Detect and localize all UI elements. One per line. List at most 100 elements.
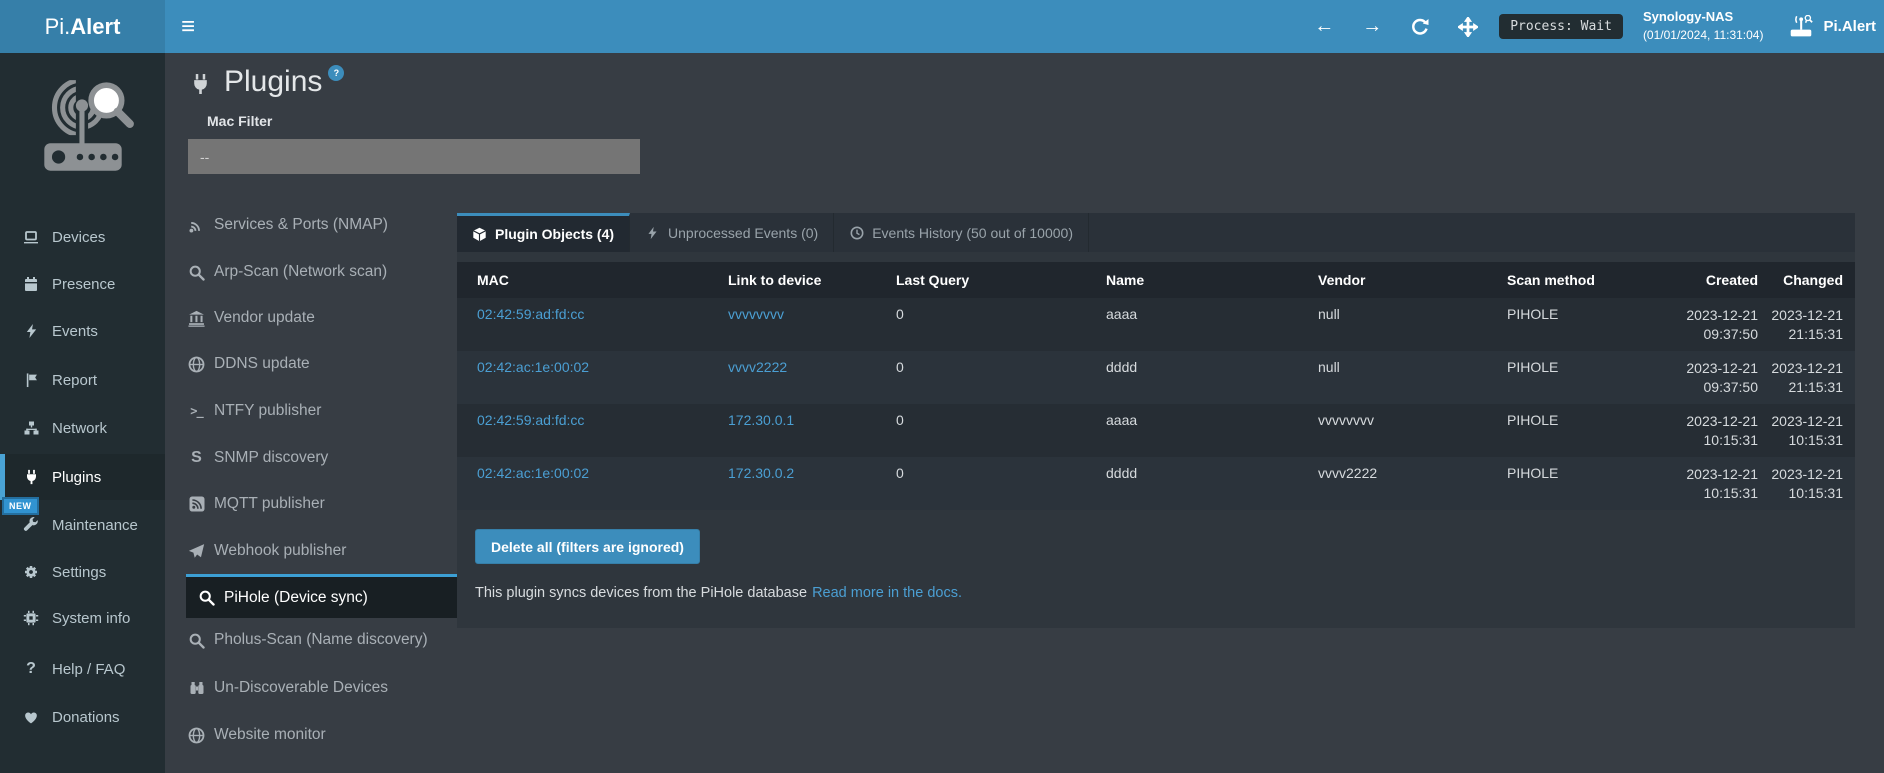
question-icon: ? — [22, 661, 40, 678]
cube-icon — [472, 227, 487, 242]
plugin-nav-vendor-update[interactable]: Vendor update — [186, 298, 460, 338]
device-link[interactable]: 172.30.0.2 — [728, 465, 794, 481]
topbar-right: ← → Process: Wait Synology-NAS (01/01/20… — [1307, 0, 1876, 53]
name-cell: dddd — [1106, 465, 1318, 481]
sidebar-item-label: Settings — [52, 564, 106, 581]
refresh-icon[interactable] — [1403, 10, 1437, 44]
name-cell: dddd — [1106, 359, 1318, 375]
scan-method-cell: PIHOLE — [1507, 359, 1638, 375]
calendar-icon — [22, 276, 40, 293]
sidebar-item-help-faq[interactable]: ? Help / FAQ — [0, 647, 165, 691]
device-link[interactable]: vvvv2222 — [728, 359, 787, 375]
sidebar-item-settings[interactable]: Settings — [0, 550, 165, 594]
bolt-icon — [645, 225, 660, 240]
sidebar-item-label: Maintenance — [52, 517, 138, 534]
column-header-mac: MAC — [477, 272, 728, 288]
topbar-brand-right-label: Pi.Alert — [1823, 18, 1876, 35]
vendor-cell: null — [1318, 359, 1507, 375]
sidebar-item-devices[interactable]: Devices — [0, 215, 165, 259]
last-query-cell: 0 — [896, 359, 1106, 375]
pialert-logo — [0, 61, 165, 201]
plugin-nav-label: Arp-Scan (Network scan) — [214, 263, 387, 281]
tab-plugin-objects[interactable]: Plugin Objects (4) — [457, 213, 630, 252]
vendor-cell: vvvvvvvv — [1318, 412, 1507, 428]
help-badge[interactable]: ? — [328, 65, 344, 81]
move-icon[interactable] — [1451, 10, 1485, 44]
plugin-nav-label: MQTT publisher — [214, 495, 325, 513]
plugin-nav-snmp-discovery[interactable]: S SNMP discovery — [186, 438, 460, 478]
brand-prefix: Pi. — [45, 14, 71, 40]
sidebar-item-label: Report — [52, 372, 97, 389]
last-query-cell: 0 — [896, 306, 1106, 322]
created-cell: 2023-12-2109:37:50 — [1638, 359, 1758, 397]
table-row: 02:42:ac:1e:00:02 vvvv2222 0 dddd null P… — [457, 351, 1855, 404]
tab-bar: Plugin Objects (4) Unprocessed Events (0… — [457, 213, 1855, 252]
plugin-nav-pihole-device-sync[interactable]: PiHole (Device sync) — [186, 574, 460, 618]
device-link-cell: vvvv2222 — [728, 359, 896, 375]
plugin-nav-label: Website monitor — [214, 726, 326, 744]
pialert-app: Pi.Alert ≡ ← → Process: Wait Synology-NA… — [0, 0, 1884, 773]
plugin-panel: Plugin Objects (4) Unprocessed Events (0… — [457, 213, 1855, 628]
tab-events-history[interactable]: Events History (50 out of 10000) — [834, 213, 1089, 252]
maintenance-new-badge: NEW — [2, 497, 39, 515]
brand-suffix: Alert — [70, 14, 120, 40]
sidebar-item-plugins[interactable]: Plugins — [0, 454, 165, 500]
plugin-nav-services-ports[interactable]: Services & Ports (NMAP) — [186, 205, 460, 245]
plugin-nav-website-monitor[interactable]: Website monitor — [186, 715, 460, 755]
mac-link[interactable]: 02:42:ac:1e:00:02 — [477, 359, 589, 375]
tab-unprocessed-events[interactable]: Unprocessed Events (0) — [630, 213, 834, 252]
app-logo[interactable]: Pi.Alert — [0, 0, 165, 53]
mac-filter-input[interactable] — [188, 139, 640, 174]
vendor-cell: null — [1318, 306, 1507, 322]
back-arrow-icon[interactable]: ← — [1307, 10, 1341, 44]
mac-link[interactable]: 02:42:59:ad:fd:cc — [477, 306, 584, 322]
table-header-row: MAC Link to device Last Query Name Vendo… — [457, 262, 1855, 298]
delete-all-button[interactable]: Delete all (filters are ignored) — [475, 529, 700, 564]
bolt-icon — [22, 323, 40, 340]
plugin-nav-pholus-scan[interactable]: Pholus-Scan (Name discovery) — [186, 620, 460, 660]
mac-link[interactable]: 02:42:59:ad:fd:cc — [477, 412, 584, 428]
forward-arrow-icon[interactable]: → — [1355, 10, 1389, 44]
plugin-nav-undiscoverable-devices[interactable]: Un-Discoverable Devices — [186, 668, 460, 708]
plugin-nav-webhook-publisher[interactable]: Webhook publisher — [186, 531, 460, 571]
device-link[interactable]: 172.30.0.1 — [728, 412, 794, 428]
wrench-icon — [22, 517, 40, 534]
plugin-nav-ntfy-publisher[interactable]: >_ NTFY publisher — [186, 391, 460, 431]
sidebar: Devices Presence Events Report Network P… — [0, 53, 165, 773]
bank-icon — [188, 310, 205, 327]
sidebar-item-label: Presence — [52, 276, 115, 293]
topbar: Pi.Alert ≡ ← → Process: Wait Synology-NA… — [0, 0, 1884, 53]
plugin-nav-ddns-update[interactable]: DDNS update — [186, 344, 460, 384]
plug-icon — [190, 73, 211, 95]
scan-method-cell: PIHOLE — [1507, 412, 1638, 428]
sidebar-item-label: Help / FAQ — [52, 661, 125, 678]
plugin-nav-mqtt-publisher[interactable]: MQTT publisher — [186, 484, 460, 524]
sidebar-item-label: Plugins — [52, 469, 101, 486]
plugin-nav-arp-scan[interactable]: Arp-Scan (Network scan) — [186, 252, 460, 292]
column-header-vendor: Vendor — [1318, 272, 1507, 288]
host-timestamp: (01/01/2024, 11:31:04) — [1643, 27, 1764, 44]
topbar-brand-right: Pi.Alert — [1787, 15, 1876, 39]
device-link-cell: 172.30.0.1 — [728, 412, 896, 428]
plugin-description: This plugin syncs devices from the PiHol… — [475, 585, 962, 601]
globe-icon — [188, 356, 205, 373]
sidebar-item-presence[interactable]: Presence — [0, 262, 165, 306]
process-status-badge: Process: Wait — [1499, 14, 1623, 39]
mac-cell: 02:42:59:ad:fd:cc — [477, 412, 728, 428]
sidebar-item-system-info[interactable]: System info — [0, 596, 165, 640]
sidebar-item-donations[interactable]: Donations — [0, 695, 165, 739]
hamburger-icon[interactable]: ≡ — [168, 0, 208, 53]
sidebar-item-events[interactable]: Events — [0, 309, 165, 353]
search-icon — [188, 264, 205, 281]
sidebar-item-report[interactable]: Report — [0, 358, 165, 402]
scan-method-cell: PIHOLE — [1507, 465, 1638, 481]
sidebar-item-network[interactable]: Network — [0, 406, 165, 450]
device-link[interactable]: vvvvvvvv — [728, 306, 784, 322]
docs-link[interactable]: Read more in the docs. — [812, 585, 962, 601]
tab-bar-filler — [1089, 213, 1855, 252]
created-cell: 2023-12-2110:15:31 — [1638, 412, 1758, 450]
plugin-nav-label: Un-Discoverable Devices — [214, 679, 388, 697]
last-query-cell: 0 — [896, 412, 1106, 428]
search-icon — [198, 589, 215, 606]
mac-link[interactable]: 02:42:ac:1e:00:02 — [477, 465, 589, 481]
